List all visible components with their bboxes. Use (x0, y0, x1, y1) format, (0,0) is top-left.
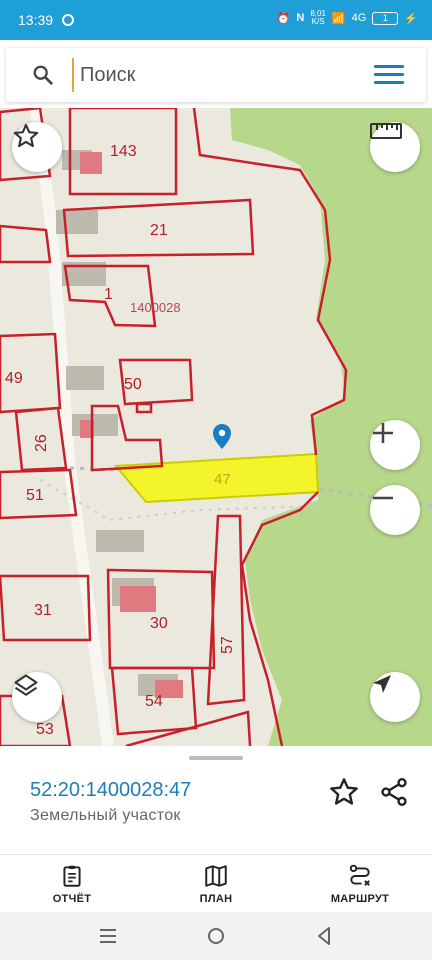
share-icon[interactable] (378, 776, 410, 808)
layers-button[interactable] (12, 672, 62, 722)
wifi-icon: 📶 (331, 12, 346, 25)
selected-plot-label: 47 (214, 471, 231, 488)
zoom-out-button[interactable] (370, 485, 420, 535)
net-speed: 8,01 K/S (310, 9, 326, 26)
signal-label: 4G (351, 12, 367, 24)
ruler-icon (370, 123, 402, 139)
locate-button[interactable] (370, 672, 420, 722)
plot-label: 143 (110, 143, 137, 160)
zoom-in-button[interactable] (370, 420, 420, 470)
home-icon[interactable] (204, 924, 228, 948)
clipboard-icon (63, 865, 81, 887)
plot-label: 57 (219, 636, 236, 654)
plot-labels: 143 21 1 1400028 49 50 26 51 47 31 30 57… (5, 143, 236, 738)
search-input[interactable] (72, 58, 352, 92)
cadastral-map[interactable]: 143 21 1 1400028 49 50 26 51 47 31 30 57… (0, 108, 432, 746)
bottom-navigation: ОТЧЁТ ПЛАН МАРШРУТ (0, 854, 432, 912)
plot-label: 30 (150, 615, 168, 632)
status-bar: 13:39 ⏰ N 8,01 K/S 📶 4G 1 ⚡ (0, 0, 432, 40)
charging-icon: ⚡ (404, 12, 418, 25)
plot-label: 31 (34, 602, 52, 619)
status-icons: ⏰ N 8,01 K/S 📶 4G 1 ⚡ (277, 10, 418, 26)
recents-menu-icon[interactable] (96, 924, 120, 948)
search-bar (6, 48, 426, 102)
favorite-star-icon[interactable] (328, 776, 360, 808)
search-icon[interactable] (32, 64, 54, 86)
plot-label: 50 (124, 376, 142, 393)
tab-plan-label: ПЛАН (199, 893, 233, 905)
plot-label: 53 (36, 721, 54, 738)
star-icon (13, 123, 39, 148)
favorite-map-button[interactable] (12, 122, 62, 172)
plot-label: 51 (26, 487, 44, 504)
map-canvas: 143 21 1 1400028 49 50 26 51 47 31 30 57… (0, 108, 432, 746)
tab-report-label: ОТЧЁТ (52, 893, 92, 905)
location-pin[interactable] (213, 424, 231, 449)
cadastral-number[interactable]: 52:20:1400028:47 (30, 779, 191, 802)
alarm-icon: ⏰ (276, 12, 291, 25)
drag-handle[interactable] (189, 756, 243, 760)
layers-icon (14, 674, 38, 696)
tab-plan[interactable]: ПЛАН (144, 855, 288, 912)
tab-route[interactable]: МАРШРУТ (288, 855, 432, 912)
object-type: Земельный участок (30, 807, 181, 824)
menu-icon[interactable] (374, 65, 404, 85)
battery-icon: 1 (372, 11, 399, 25)
navigation-arrow-icon (373, 675, 391, 693)
object-info-panel[interactable]: 52:20:1400028:47 Земельный участок (0, 746, 432, 854)
quarter-label: 1400028 (130, 300, 181, 315)
plus-icon (373, 423, 393, 443)
minus-icon (373, 496, 393, 500)
back-icon[interactable] (312, 924, 336, 948)
nfc-icon: N (296, 12, 305, 24)
plot-label: 1 (104, 286, 113, 303)
notification-icon (62, 14, 74, 26)
status-time: 13:39 (18, 12, 54, 28)
ruler-button[interactable] (370, 122, 420, 172)
plot-label: 49 (5, 370, 23, 387)
tab-report[interactable]: ОТЧЁТ (0, 855, 144, 912)
tab-route-label: МАРШРУТ (330, 893, 390, 905)
plot-label: 26 (33, 434, 50, 452)
route-icon (349, 864, 370, 886)
map-icon (205, 865, 227, 887)
system-navigation-bar (0, 912, 432, 960)
plot-label: 54 (145, 693, 163, 710)
plot-label: 21 (150, 222, 168, 239)
